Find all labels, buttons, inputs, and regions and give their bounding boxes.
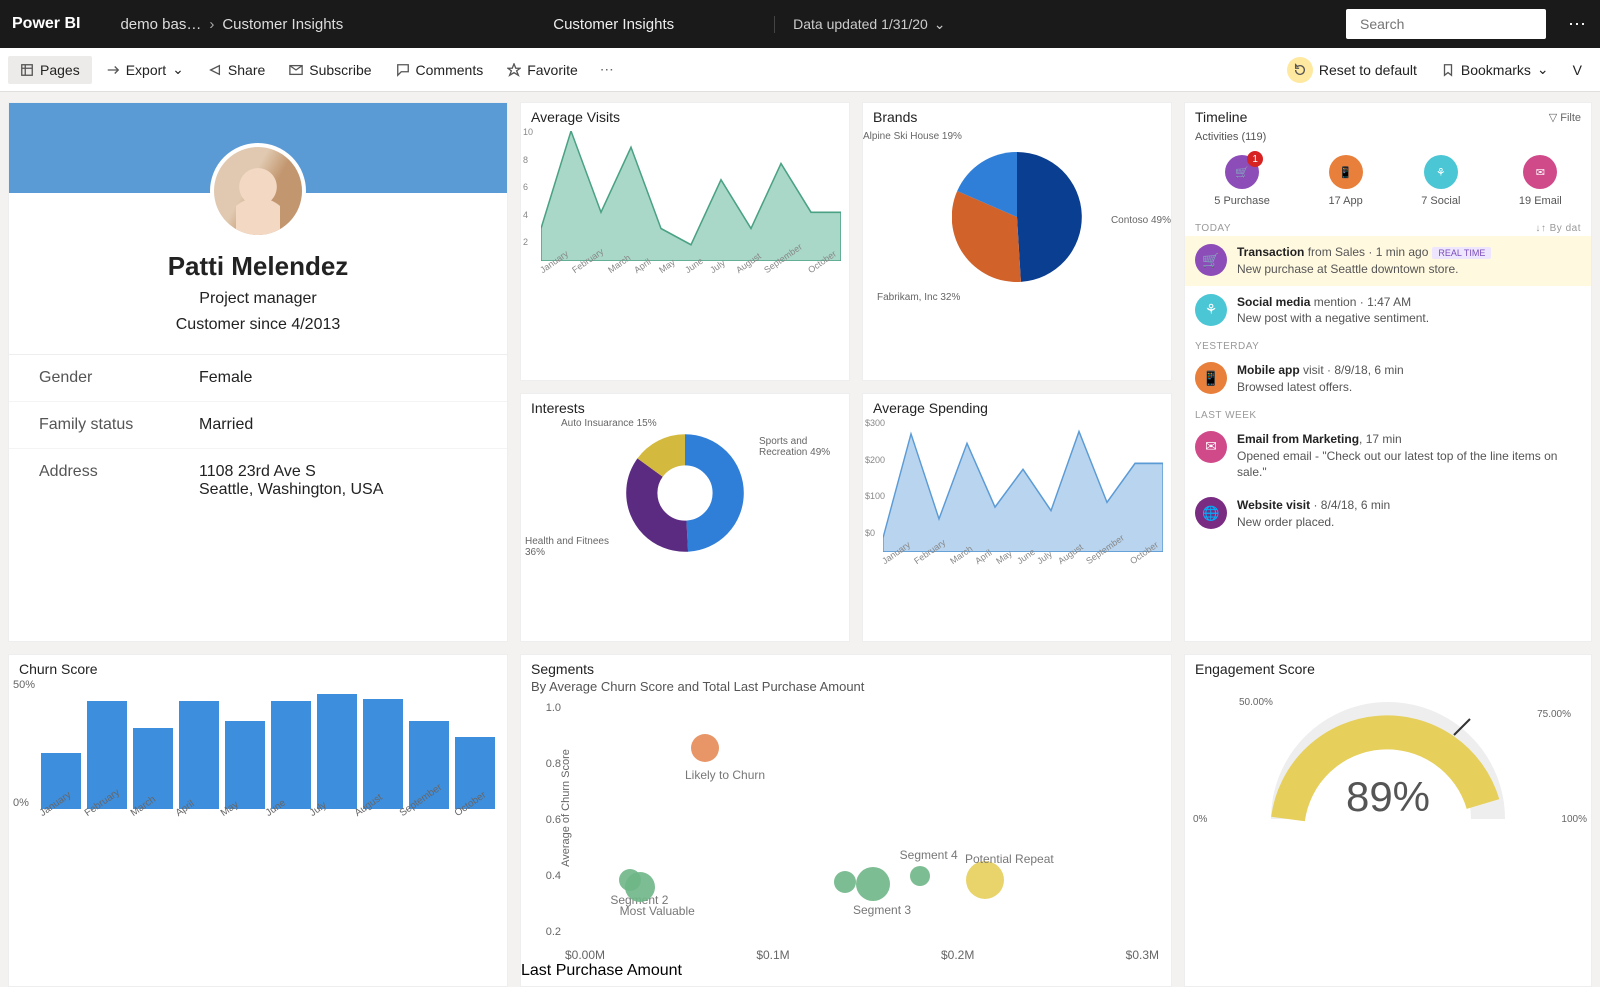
avatar: [210, 143, 306, 239]
page-title: Customer Insights: [553, 16, 674, 33]
reset-icon: [1287, 57, 1313, 83]
share-icon: ⚘: [1195, 294, 1227, 326]
timeline-item[interactable]: ⚘ Social media mention · 1:47 AMNew post…: [1185, 286, 1591, 336]
cart-icon: 🛒: [1195, 244, 1227, 276]
search-field[interactable]: [1360, 16, 1541, 32]
star-icon: [507, 63, 521, 77]
comments-button[interactable]: Comments: [386, 58, 494, 82]
bookmarks-button[interactable]: Bookmarks ⌄: [1431, 57, 1559, 82]
field-family: Family status Married: [9, 402, 507, 449]
timeline-item[interactable]: 📱 Mobile app visit · 8/9/18, 6 minBrowse…: [1185, 354, 1591, 404]
timeline-card: Timeline ▽ Filte Activities (119) 🛒15 Pu…: [1184, 102, 1592, 642]
filter-button[interactable]: ▽ Filte: [1549, 111, 1581, 124]
breadcrumb-page[interactable]: Customer Insights: [222, 16, 343, 33]
breadcrumb-workspace[interactable]: demo bas…: [120, 16, 201, 33]
phone-icon: 📱: [1329, 155, 1363, 189]
card-subtitle: By Average Churn Score and Total Last Pu…: [521, 679, 1171, 702]
share-icon: [208, 63, 222, 77]
comment-icon: [396, 63, 410, 77]
export-icon: [106, 63, 120, 77]
interests-donut: [625, 433, 745, 553]
timeline-filter-purchase[interactable]: 🛒15 Purchase: [1214, 155, 1270, 207]
card-title: Brands: [863, 103, 1171, 127]
card-title: Segments: [521, 655, 1171, 679]
brands-card[interactable]: Brands Alpine Ski House 19% Contoso 49% …: [862, 102, 1172, 381]
profile-card: Patti Melendez Project manager Customer …: [8, 102, 508, 642]
mail-icon: [289, 63, 303, 77]
search-input[interactable]: [1346, 9, 1546, 39]
app-brand: Power BI: [12, 15, 80, 33]
segments-scatter: Average of Churn Score 1.00.80.60.40.2 $…: [565, 702, 1159, 962]
breadcrumb: demo bas… › Customer Insights: [120, 16, 343, 33]
timeline-filter-app[interactable]: 📱17 App: [1328, 155, 1362, 207]
chevron-down-icon: ⌄: [1537, 61, 1549, 78]
more-icon[interactable]: ⋯: [592, 61, 622, 78]
field-gender: Gender Female: [9, 355, 507, 402]
activities-count: Activities (119): [1185, 131, 1591, 149]
timeline-item[interactable]: ✉ Email from Marketing, 17 minOpened ema…: [1185, 423, 1591, 489]
field-address: Address 1108 23rd Ave SSeattle, Washingt…: [9, 449, 507, 513]
more-icon[interactable]: ⋯: [1568, 14, 1588, 35]
card-title: Interests: [521, 394, 849, 418]
subscribe-button[interactable]: Subscribe: [279, 58, 381, 82]
avg-spending-card[interactable]: Average Spending $300$200$100$0 JanuaryF…: [862, 393, 1172, 642]
avg-visits-card[interactable]: Average Visits 108642 JanuaryFebruaryMar…: [520, 102, 850, 381]
customer-since: Customer since 4/2013: [9, 316, 507, 334]
data-updated[interactable]: Data updated 1/31/20 ⌄: [774, 16, 945, 33]
reset-button[interactable]: Reset to default: [1277, 53, 1427, 87]
customer-name: Patti Melendez: [9, 251, 507, 282]
mail-icon: ✉: [1523, 155, 1557, 189]
bookmark-icon: [1441, 63, 1455, 77]
pages-icon: [20, 63, 34, 77]
action-bar: Pages Export ⌄ Share Subscribe Comments …: [0, 48, 1600, 92]
card-title: Average Spending: [863, 394, 1171, 418]
sort-bydate[interactable]: ↓↑ By dat: [1535, 223, 1581, 234]
share-icon: ⚘: [1424, 155, 1458, 189]
chevron-down-icon: ⌄: [172, 61, 184, 78]
timeline-filter-social[interactable]: ⚘7 Social: [1421, 155, 1460, 207]
engagement-gauge: 89% 0% 50.00% 75.00% 100%: [1185, 679, 1591, 829]
phone-icon: 📱: [1195, 362, 1227, 394]
export-button[interactable]: Export ⌄: [96, 57, 194, 82]
chevron-down-icon: ⌄: [934, 16, 946, 33]
favorite-button[interactable]: Favorite: [497, 58, 588, 82]
timeline-item[interactable]: 🌐 Website visit · 8/4/18, 6 minNew order…: [1185, 489, 1591, 539]
timeline-item[interactable]: 🛒 Transaction from Sales · 1 min agoREAL…: [1185, 236, 1591, 286]
cart-icon: 🛒1: [1225, 155, 1259, 189]
share-button[interactable]: Share: [198, 58, 275, 82]
globe-icon: 🌐: [1195, 497, 1227, 529]
card-title: Churn Score: [9, 655, 507, 679]
card-title: Timeline: [1195, 109, 1247, 125]
top-bar: Power BI demo bas… › Customer Insights C…: [0, 0, 1600, 48]
interests-card[interactable]: Interests Auto Insuarance 15% Sports and…: [520, 393, 850, 642]
engagement-card[interactable]: Engagement Score 89% 0% 50.00% 75.00% 10…: [1184, 654, 1592, 987]
card-title: Engagement Score: [1185, 655, 1591, 679]
mail-icon: ✉: [1195, 431, 1227, 463]
brands-pie: [952, 152, 1082, 282]
card-title: Average Visits: [521, 103, 849, 127]
chevron-right-icon: ›: [209, 16, 214, 33]
timeline-filter-email[interactable]: ✉19 Email: [1519, 155, 1562, 207]
avg-spending-chart: [883, 422, 1163, 552]
pages-button[interactable]: Pages: [8, 56, 92, 84]
churn-card[interactable]: Churn Score 50% 0% 25%48%36%48%39%48%51%…: [8, 654, 508, 987]
view-button[interactable]: V: [1563, 58, 1592, 82]
segments-card[interactable]: Segments By Average Churn Score and Tota…: [520, 654, 1172, 987]
customer-role: Project manager: [9, 290, 507, 308]
